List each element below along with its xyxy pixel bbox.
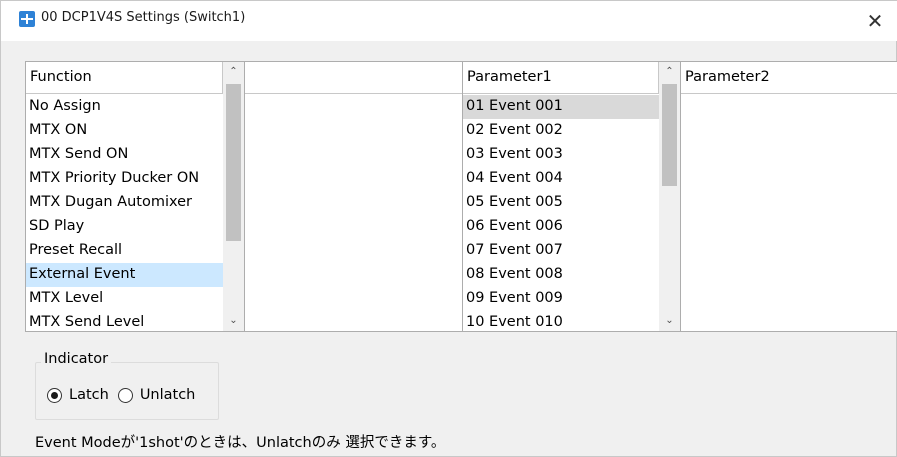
latch-radio-label[interactable]: Latch [69, 387, 109, 403]
list-item[interactable]: 08 Event 008 [463, 263, 659, 287]
function-list-scrollbar[interactable]: ⌃ ⌄ [223, 62, 244, 331]
list-item[interactable]: 07 Event 007 [463, 239, 659, 263]
blank-list-header [245, 62, 462, 94]
title-bar: 00 DCP1V4S Settings (Switch1) ✕ [1, 1, 897, 41]
list-item[interactable]: 02 Event 002 [463, 119, 659, 143]
list-item[interactable]: 01 Event 001 [463, 95, 659, 119]
app-icon [19, 11, 35, 27]
scroll-down-icon[interactable]: ⌄ [223, 311, 244, 331]
list-item[interactable]: MTX Send Level [26, 311, 223, 331]
list-item[interactable]: MTX Priority Ducker ON [26, 167, 223, 191]
settings-dialog: 00 DCP1V4S Settings (Switch1) ✕ Function… [0, 0, 897, 457]
list-item[interactable]: 04 Event 004 [463, 167, 659, 191]
list-item[interactable]: MTX Level [26, 287, 223, 311]
close-icon[interactable]: ✕ [852, 1, 897, 41]
parameter2-list-header[interactable]: Parameter2 [681, 62, 897, 94]
parameter1-list[interactable]: Parameter1 01 Event 001 02 Event 002 03 Ev… [462, 61, 681, 332]
scroll-down-icon[interactable]: ⌄ [659, 311, 680, 331]
list-item[interactable]: MTX ON [26, 119, 223, 143]
parameter1-list-scrollbar[interactable]: ⌃ ⌄ [659, 62, 680, 331]
list-item[interactable]: No Assign [26, 95, 223, 119]
scrollbar-thumb[interactable] [226, 84, 241, 241]
scroll-up-icon[interactable]: ⌃ [223, 62, 244, 82]
list-item[interactable]: External Event [26, 263, 223, 287]
list-item[interactable]: 10 Event 010 [463, 311, 659, 331]
list-item[interactable]: MTX Send ON [26, 143, 223, 167]
indicator-options: Latch Unlatch [47, 387, 204, 403]
list-item[interactable]: 09 Event 009 [463, 287, 659, 311]
list-item[interactable]: SD Play [26, 215, 223, 239]
scroll-up-icon[interactable]: ⌃ [659, 62, 680, 82]
unlatch-radio-label[interactable]: Unlatch [140, 387, 196, 403]
event-mode-note: Event Modeが'1shot'のときは、Unlatchのみ 選択できます。 [35, 435, 446, 451]
radio-unchecked-icon[interactable] [117, 387, 133, 403]
blank-list [245, 61, 463, 332]
parameter1-list-items: 01 Event 001 02 Event 002 03 Event 003 04 E… [463, 95, 659, 331]
parameter2-list[interactable]: Parameter2 [680, 61, 897, 332]
function-list-header[interactable]: Function [26, 62, 223, 94]
indicator-group-label: Indicator [41, 351, 112, 367]
list-item[interactable]: 03 Event 003 [463, 143, 659, 167]
list-item[interactable]: MTX Dugan Automixer [26, 191, 223, 215]
list-item[interactable]: 06 Event 006 [463, 215, 659, 239]
list-item[interactable]: 05 Event 005 [463, 191, 659, 215]
function-list[interactable]: Function No Assign MTX ON MTX Send ON MTX P… [25, 61, 245, 332]
function-list-items: No Assign MTX ON MTX Send ON MTX Priority D… [26, 95, 223, 331]
scrollbar-thumb[interactable] [662, 84, 677, 186]
parameter1-list-header[interactable]: Parameter1 [463, 62, 659, 94]
radio-checked-icon[interactable] [47, 387, 62, 403]
window-title: 00 DCP1V4S Settings (Switch1) [41, 10, 246, 25]
list-item[interactable]: Preset Recall [26, 239, 223, 263]
